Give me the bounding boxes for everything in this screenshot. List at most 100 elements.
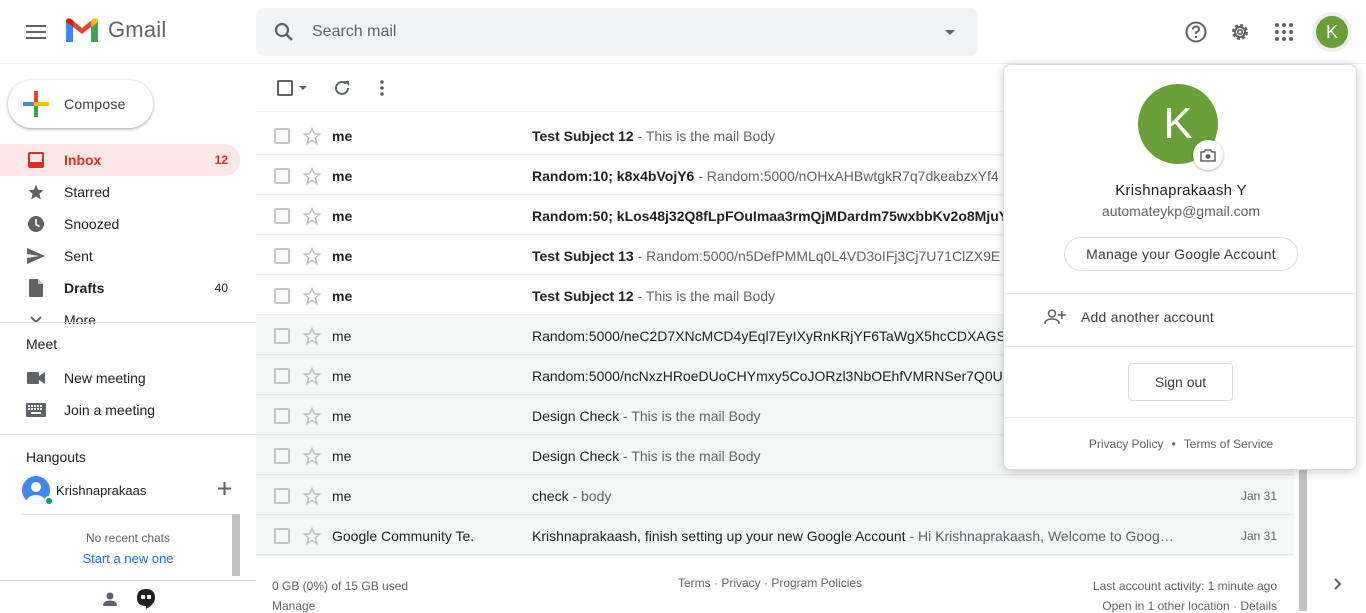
mail-footer: 0 GB (0%) of 15 GB used Manage Terms · P… (256, 570, 1294, 613)
sidebar-item-starred[interactable]: Starred (0, 176, 240, 208)
mail-date: Jan 31 (1240, 488, 1277, 503)
mail-snippet: - This is the mail Body (633, 287, 776, 304)
star-button[interactable] (302, 286, 322, 306)
mail-sender: me (332, 167, 353, 184)
google-apps-button[interactable] (1264, 12, 1304, 52)
mail-snippet: - Random:5000/n5DefPMMLq0L4VD3oIFj3Cj7U7… (633, 247, 1001, 264)
sidebar-nav: Inbox 12 Starred Snoozed Sent Drafts 40 … (0, 144, 256, 324)
join-meeting-button[interactable]: Join a meeting (26, 400, 155, 420)
main-menu-button[interactable] (16, 12, 56, 52)
star-button[interactable] (302, 206, 322, 226)
star-button[interactable] (302, 366, 322, 386)
divider (1004, 417, 1356, 418)
dropdown-icon[interactable] (299, 86, 307, 90)
search-options-button[interactable] (922, 29, 978, 35)
send-icon (26, 246, 46, 266)
mail-content: Krishnaprakaash, finish setting up your … (532, 528, 1222, 544)
checkbox[interactable] (274, 367, 290, 384)
mail-sender: me (332, 287, 353, 304)
account-name: Krishnaprakaash Y (1115, 182, 1247, 199)
support-button[interactable] (1176, 12, 1216, 52)
star-button[interactable] (302, 326, 322, 346)
select-all-button[interactable] (272, 72, 312, 104)
checkbox[interactable] (274, 287, 290, 304)
star-icon (303, 406, 321, 425)
star-button[interactable] (302, 406, 322, 426)
mail-subject: Design Check (532, 407, 620, 424)
star-icon (26, 182, 46, 202)
storage-usage: 0 GB (0%) of 15 GB used (272, 579, 409, 593)
settings-button[interactable] (1220, 12, 1260, 52)
sidebar-bottom-bar (0, 580, 256, 613)
hangouts-scrollbar[interactable] (232, 514, 240, 576)
plus-icon (8, 91, 64, 117)
search-input[interactable] (312, 23, 922, 41)
new-meeting-button[interactable]: New meeting (26, 368, 146, 388)
mail-row[interactable]: Google Community Te. Krishnaprakaash, fi… (256, 516, 1294, 556)
hangouts-button[interactable] (134, 587, 158, 611)
compose-button[interactable]: Compose (8, 80, 153, 128)
start-chat-link[interactable]: Start a new one (22, 551, 234, 566)
checkbox[interactable] (274, 127, 290, 144)
sidebar-item-label: Drafts (64, 280, 105, 296)
manage-account-button[interactable]: Manage your Google Account (1064, 237, 1298, 271)
gmail-logo[interactable]: Gmail (64, 16, 166, 44)
star-button[interactable] (302, 246, 322, 266)
change-photo-button[interactable] (1193, 140, 1223, 170)
star-button[interactable] (302, 126, 322, 146)
checkbox[interactable] (274, 527, 290, 544)
refresh-button[interactable] (328, 72, 356, 104)
star-icon (303, 246, 321, 265)
divider (0, 322, 256, 323)
hangouts-user[interactable]: Krishnaprakaas (22, 476, 146, 504)
mail-snippet: - This is the mail Body (633, 127, 776, 144)
add-account-button[interactable]: Add another account (1044, 309, 1214, 325)
sidebar-item-drafts[interactable]: Drafts 40 (0, 272, 240, 304)
mail-sender: me (332, 367, 352, 384)
checkbox[interactable] (274, 207, 290, 224)
checkbox[interactable] (274, 327, 290, 344)
contacts-button[interactable] (98, 587, 122, 611)
mail-row[interactable]: me check - body Jan 31 (256, 476, 1294, 516)
search-button[interactable] (256, 22, 312, 42)
dropdown-icon (945, 29, 955, 35)
star-icon (303, 206, 321, 225)
mail-sender: me (332, 247, 353, 264)
sidebar: Compose Inbox 12 Starred Snoozed Sent Dr… (0, 64, 256, 613)
policy-links[interactable]: Terms · Privacy · Program Policies (678, 576, 862, 590)
checkbox[interactable] (274, 487, 290, 504)
star-button[interactable] (302, 486, 322, 506)
mail-date: Jan 31 (1240, 528, 1277, 543)
star-button[interactable] (302, 526, 322, 546)
apps-icon (1275, 23, 1293, 41)
checkbox[interactable] (274, 447, 290, 464)
sidebar-item-label: Snoozed (64, 216, 120, 232)
checkbox[interactable] (274, 407, 290, 424)
sidebar-item-sent[interactable]: Sent (0, 240, 240, 272)
activity-details-link[interactable]: Open in 1 other location · Details (1093, 596, 1277, 613)
checkbox[interactable] (274, 167, 290, 184)
sidebar-item-snoozed[interactable]: Snoozed (0, 208, 240, 240)
mail-subject: Test Subject 12 (532, 287, 634, 304)
show-side-panel-button[interactable] (1328, 574, 1348, 594)
star-button[interactable] (302, 166, 322, 186)
sidebar-item-more[interactable]: More (0, 304, 240, 324)
manage-storage-link[interactable]: Manage (272, 596, 408, 613)
file-icon (26, 278, 46, 298)
privacy-policy-link[interactable]: Privacy Policy (1089, 437, 1164, 451)
last-activity: Last account activity: 1 minute ago (1092, 579, 1277, 593)
sign-out-button[interactable]: Sign out (1128, 363, 1233, 401)
checkbox[interactable] (277, 80, 293, 96)
new-conversation-button[interactable] (214, 478, 234, 498)
account-avatar-button[interactable]: K (1312, 12, 1352, 52)
terms-link[interactable]: Terms of Service (1184, 437, 1273, 451)
search-bar[interactable] (256, 8, 978, 56)
checkbox[interactable] (274, 247, 290, 264)
star-button[interactable] (302, 446, 322, 466)
video-icon (26, 368, 46, 388)
separator: • (1171, 437, 1176, 451)
more-actions-button[interactable] (368, 72, 396, 104)
keyboard-icon (26, 400, 46, 420)
sidebar-item-inbox[interactable]: Inbox 12 (0, 144, 240, 176)
divider (1004, 346, 1356, 347)
